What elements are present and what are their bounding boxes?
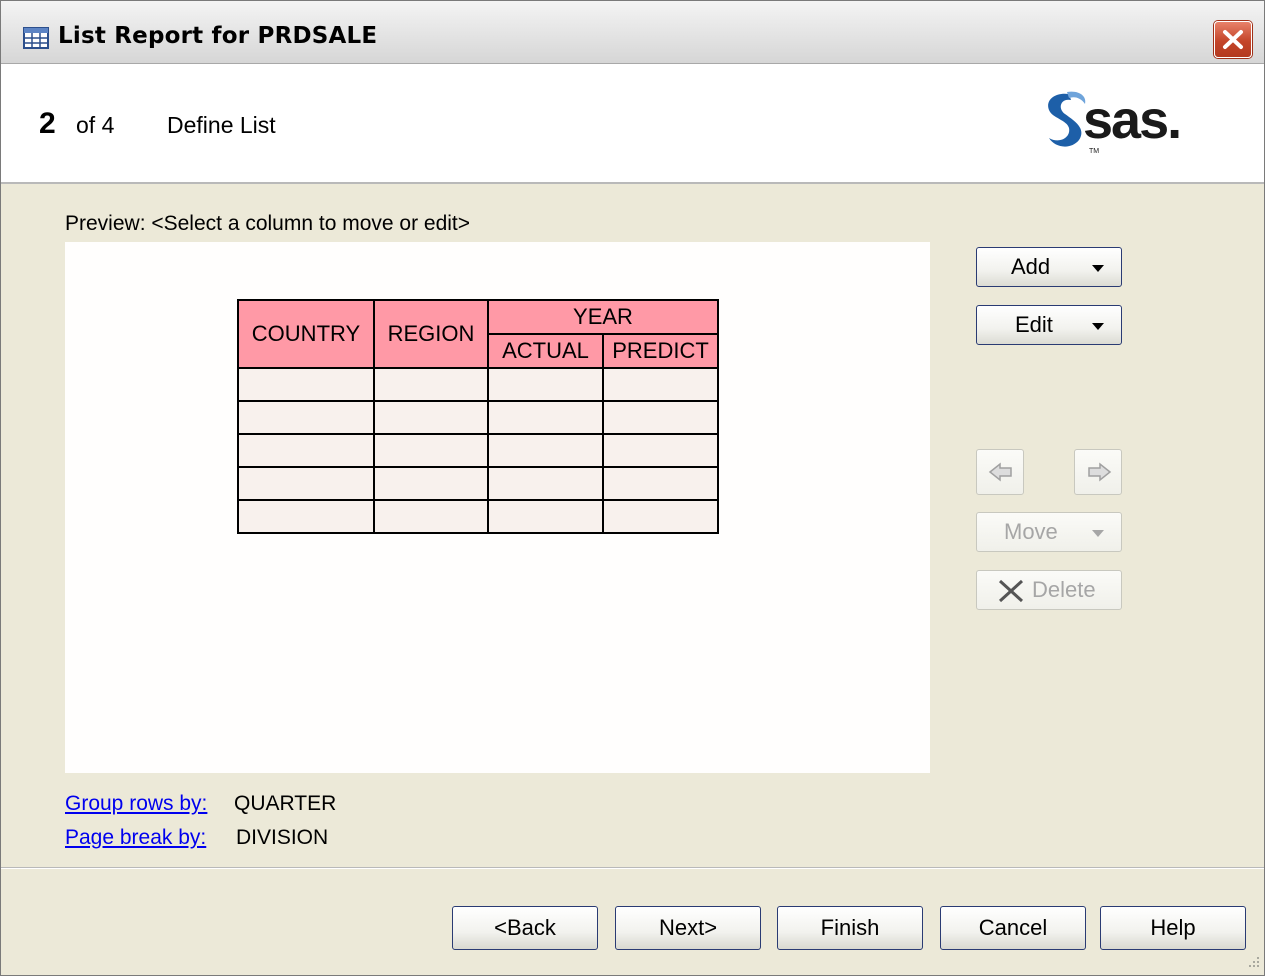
add-button[interactable]: Add bbox=[976, 247, 1122, 287]
table-cell bbox=[237, 499, 375, 534]
svg-text:TM: TM bbox=[1089, 148, 1099, 155]
wizard-body: Preview: <Select a column to move or edi… bbox=[1, 184, 1264, 866]
table-row bbox=[237, 433, 719, 468]
column-header-label: YEAR bbox=[573, 304, 633, 329]
column-header-label: PREDICT bbox=[612, 338, 709, 363]
table-cell bbox=[237, 466, 375, 501]
svg-text:sas.: sas. bbox=[1083, 90, 1180, 150]
column-header-region[interactable]: REGION bbox=[373, 299, 489, 369]
table-cell bbox=[373, 499, 489, 534]
step-count: of 4 bbox=[76, 112, 115, 138]
table-row bbox=[237, 367, 719, 402]
table-cell bbox=[373, 400, 489, 435]
resize-grip-icon[interactable] bbox=[1243, 953, 1261, 971]
table-cell bbox=[373, 433, 489, 468]
step-number: 2 bbox=[39, 107, 56, 140]
arrow-right-icon bbox=[1088, 462, 1112, 482]
title-bar: List Report for PRDSALE bbox=[1, 1, 1264, 64]
table-cell bbox=[602, 367, 719, 402]
page-break-value: DIVISION bbox=[236, 826, 329, 849]
group-rows-by-link[interactable]: Group rows by: bbox=[65, 792, 207, 816]
add-button-label: Add bbox=[1011, 254, 1051, 279]
table-cell bbox=[373, 466, 489, 501]
chevron-down-icon bbox=[1092, 323, 1104, 330]
cancel-button[interactable]: Cancel bbox=[940, 906, 1086, 950]
finish-button[interactable]: Finish bbox=[777, 906, 923, 950]
arrow-left-icon bbox=[988, 462, 1012, 482]
table-cell bbox=[237, 400, 375, 435]
column-header-year[interactable]: YEAR bbox=[487, 299, 719, 335]
table-cell bbox=[602, 400, 719, 435]
window-title: List Report for PRDSALE bbox=[58, 23, 378, 49]
table-cell bbox=[487, 466, 604, 501]
group-rows-value: QUARTER bbox=[234, 792, 337, 815]
column-header-label: COUNTRY bbox=[251, 321, 361, 346]
move-button-label: Move bbox=[1004, 519, 1058, 544]
footer-divider-highlight bbox=[1, 868, 1264, 869]
table-icon bbox=[23, 27, 49, 49]
close-icon bbox=[1223, 30, 1243, 49]
move-right-button[interactable] bbox=[1074, 449, 1122, 495]
table-cell bbox=[237, 367, 375, 402]
chevron-down-icon bbox=[1092, 265, 1104, 272]
wizard-window: List Report for PRDSALE 2 of 4 Define Li… bbox=[0, 0, 1265, 976]
table-cell bbox=[373, 367, 489, 402]
table-cell bbox=[602, 466, 719, 501]
edit-button[interactable]: Edit bbox=[976, 305, 1122, 345]
edit-button-label: Edit bbox=[1015, 312, 1053, 337]
table-cell bbox=[487, 367, 604, 402]
column-header-actual[interactable]: ACTUAL bbox=[487, 333, 604, 369]
column-header-label: ACTUAL bbox=[502, 338, 589, 363]
table-row bbox=[237, 400, 719, 435]
sas-logo: sas. TM bbox=[1048, 90, 1182, 155]
column-header-predict[interactable]: PREDICT bbox=[602, 333, 719, 369]
table-row bbox=[237, 499, 719, 534]
table-cell bbox=[487, 400, 604, 435]
column-header-country[interactable]: COUNTRY bbox=[237, 299, 375, 369]
delete-x-icon bbox=[998, 579, 1024, 603]
close-button[interactable] bbox=[1214, 21, 1252, 58]
table-row bbox=[237, 466, 719, 501]
preview-table: COUNTRY REGION YEAR ACTUAL PREDICT bbox=[237, 299, 719, 534]
next-button[interactable]: Next> bbox=[615, 906, 761, 950]
column-header-label: REGION bbox=[387, 321, 475, 346]
table-cell bbox=[487, 499, 604, 534]
table-cell bbox=[602, 499, 719, 534]
chevron-down-icon bbox=[1092, 530, 1104, 537]
move-left-button[interactable] bbox=[976, 449, 1024, 495]
table-cell bbox=[487, 433, 604, 468]
delete-button[interactable]: Delete bbox=[976, 570, 1122, 610]
wizard-header: 2 of 4 Define List sas. TM bbox=[1, 64, 1264, 184]
back-button[interactable]: <Back bbox=[452, 906, 598, 950]
table-cell bbox=[602, 433, 719, 468]
step-title: Define List bbox=[167, 112, 276, 138]
page-break-by-link[interactable]: Page break by: bbox=[65, 826, 206, 850]
delete-button-label: Delete bbox=[1032, 577, 1096, 602]
move-button[interactable]: Move bbox=[976, 512, 1122, 552]
table-cell bbox=[237, 433, 375, 468]
preview-pane[interactable]: COUNTRY REGION YEAR ACTUAL PREDICT bbox=[65, 242, 930, 773]
help-button[interactable]: Help bbox=[1100, 906, 1246, 950]
preview-label: Preview: <Select a column to move or edi… bbox=[65, 212, 471, 235]
